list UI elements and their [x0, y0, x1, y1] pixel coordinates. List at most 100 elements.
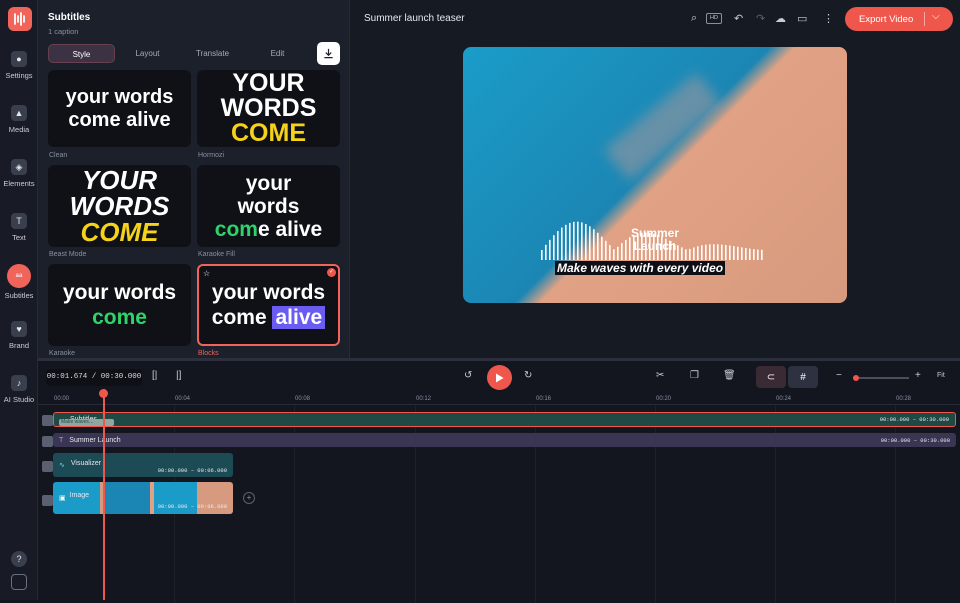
- rewind-icon[interactable]: ↺: [464, 370, 472, 381]
- card-line: COME: [231, 119, 306, 147]
- timecode: 00:01.674 / 00:30.000: [46, 369, 142, 386]
- track-subtitles[interactable]: Subtitles Make waves… 00:00.000 – 00:30.…: [53, 412, 956, 427]
- rail-item-text[interactable]: T Text: [0, 213, 38, 242]
- brand-icon: ♥: [11, 321, 27, 337]
- split-left-icon[interactable]: [|: [152, 370, 157, 381]
- visualizer-bar: [721, 244, 723, 260]
- zoom-fit-button[interactable]: Fit: [937, 372, 945, 379]
- project-title[interactable]: Summer launch teaser: [364, 13, 465, 24]
- style-name-karaoke-fill: Karaoke Fill: [198, 251, 235, 258]
- rail-item-ai-studio[interactable]: ♪ AI Studio: [0, 375, 38, 404]
- visualizer-bar: [749, 248, 751, 260]
- visualizer-bar: [713, 244, 715, 260]
- add-track-icon[interactable]: +: [243, 492, 255, 504]
- tick-label: 00:04: [175, 396, 191, 402]
- zoom-in-icon[interactable]: +: [915, 370, 921, 381]
- track-label: Visualizer: [70, 460, 102, 467]
- visualizer-bar: [541, 250, 543, 260]
- app-logo-icon[interactable]: [8, 7, 32, 31]
- card-line: come: [92, 306, 147, 329]
- visualizer-bar: [761, 249, 763, 260]
- card-line: YOUR: [232, 70, 305, 97]
- scissors-icon[interactable]: ✂: [656, 370, 664, 381]
- tab-translate[interactable]: Translate: [180, 44, 245, 63]
- card-line: your words: [65, 86, 174, 108]
- time-ruler[interactable]: 00:00 00:04 00:08 00:12 00:16 00:20 00:2…: [38, 393, 960, 405]
- split-right-icon[interactable]: |]: [176, 370, 181, 381]
- visualizer-bar: [729, 245, 731, 260]
- track-summer-launch[interactable]: T Summer Launch 00:00.000 – 00:30.000: [53, 433, 956, 447]
- visualizer-bar: [737, 246, 739, 260]
- zoom-slider[interactable]: [853, 375, 909, 381]
- lock-icon[interactable]: [42, 461, 53, 472]
- style-card-karaoke[interactable]: your words come: [48, 264, 191, 346]
- card-line: COME: [80, 217, 159, 247]
- quality-badge[interactable]: HD: [706, 13, 722, 24]
- visualizer-bar: [553, 235, 555, 260]
- playhead[interactable]: [103, 389, 105, 600]
- lock-icon[interactable]: [42, 495, 53, 506]
- subtitles-icon: aa: [7, 264, 31, 288]
- track-time: 00:00.000 – 00:06.000: [157, 467, 227, 474]
- star-icon[interactable]: ☆: [203, 269, 210, 278]
- rail-item-subtitles[interactable]: aa Subtitles: [0, 264, 38, 300]
- left-rail: ● Settings ▲ Media ◈ Elements T Text aa Subti…: [0, 0, 38, 600]
- zoom-out-icon[interactable]: −: [836, 370, 842, 381]
- rail-item-brand[interactable]: ♥ Brand: [0, 321, 38, 350]
- feedback-icon[interactable]: [0, 574, 38, 594]
- visualizer-bar: [565, 224, 567, 260]
- caption-chip[interactable]: Make waves…: [59, 419, 114, 426]
- timeline-toolbar: 00:01.674 / 00:30.000 [| |] ↺ ↻ ✂ ❐ 🗑 ⊂ …: [38, 361, 960, 393]
- visualizer-bar: [569, 222, 571, 260]
- visualizer-bar: [717, 244, 719, 260]
- style-card-hormozi[interactable]: YOUR WORDS COME: [197, 70, 340, 147]
- lock-icon[interactable]: [42, 436, 53, 447]
- lock-icon[interactable]: [42, 415, 53, 426]
- track-time: 00:00.000 – 00:06.000: [157, 503, 227, 510]
- rail-item-elements[interactable]: ◈ Elements: [0, 159, 38, 188]
- visualizer-bar: [725, 245, 727, 260]
- play-button[interactable]: [487, 365, 512, 390]
- help-icon[interactable]: ?: [0, 551, 38, 571]
- forward-icon[interactable]: ↻: [524, 370, 532, 381]
- card-line: words: [237, 194, 300, 218]
- download-icon[interactable]: [317, 42, 340, 65]
- grid-icon[interactable]: #: [788, 366, 818, 388]
- track-label: Image: [69, 492, 90, 499]
- text-track-icon: T: [59, 436, 64, 444]
- zoom-handle[interactable]: [853, 375, 859, 381]
- style-name-beast-mode: Beast Mode: [49, 251, 87, 258]
- style-card-beast-mode[interactable]: YOUR WORDS COME: [48, 165, 191, 247]
- visualizer-bar: [557, 231, 559, 260]
- style-name-karaoke: Karaoke: [49, 350, 76, 357]
- tick-label: 00:16: [536, 396, 552, 402]
- export-video-button[interactable]: Export Video ⌵: [845, 7, 953, 31]
- duplicate-icon[interactable]: ❐: [690, 370, 699, 381]
- cloud-icon: ☁: [775, 13, 786, 25]
- comments-icon[interactable]: ▭: [797, 12, 807, 25]
- rail-item-settings[interactable]: ● Settings: [0, 51, 38, 80]
- undo-icon[interactable]: ↶: [734, 12, 743, 25]
- track-image[interactable]: ▣ Image 00:00.000 – 00:06.000: [53, 482, 233, 514]
- playhead-handle[interactable]: [99, 389, 108, 398]
- rail-item-media[interactable]: ▲ Media: [0, 105, 38, 134]
- style-card-karaoke-fill[interactable]: your words come alive: [197, 165, 340, 247]
- track-visualizer[interactable]: ∿ Visualizer 00:00.000 – 00:06.000: [53, 453, 233, 477]
- subtitles-panel: Subtitles 1 caption Style Layout Transla…: [38, 0, 350, 358]
- card-line: your words: [211, 281, 326, 304]
- tick-label: 00:28: [896, 396, 912, 402]
- tab-edit[interactable]: Edit: [245, 44, 310, 63]
- track-time: 00:00.000 – 00:30.000: [879, 416, 949, 423]
- text-icon: T: [11, 213, 27, 229]
- tab-layout[interactable]: Layout: [115, 44, 180, 63]
- tab-style[interactable]: Style: [48, 44, 115, 63]
- chevron-down-icon[interactable]: ⌵: [932, 11, 940, 22]
- redo-icon[interactable]: ↷: [756, 12, 765, 25]
- style-card-clean[interactable]: your words come alive: [48, 70, 191, 147]
- visualizer-bar: [549, 239, 551, 260]
- magnet-icon[interactable]: ⊂: [756, 366, 786, 388]
- trash-icon[interactable]: 🗑: [723, 370, 736, 381]
- search-icon[interactable]: ⌕: [691, 12, 697, 25]
- style-card-blocks[interactable]: your words come alive: [197, 264, 340, 346]
- more-icon[interactable]: ⋮: [823, 12, 834, 25]
